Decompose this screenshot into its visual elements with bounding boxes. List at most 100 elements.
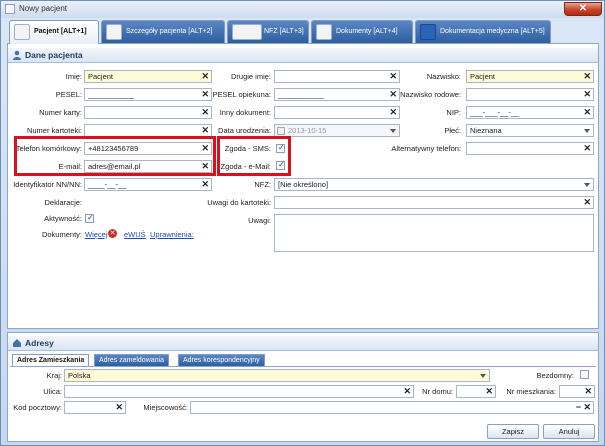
ewus-link[interactable]: eWUŚ [124,230,146,239]
identyfikator-value: ____-__-__ [88,180,127,189]
clear-icon[interactable]: ✕ [201,179,209,190]
kraj-value: Polska [68,371,91,380]
clear-icon[interactable]: ✕ [115,402,123,413]
calendar-icon[interactable] [277,127,285,135]
close-icon: ✕ [578,3,588,14]
identyfikator-field[interactable]: ____-__-__ ✕ [84,178,212,191]
wiecej-link[interactable]: Więcej [85,230,108,239]
clear-icon[interactable]: ✕ [389,71,397,82]
ulica-label: Ulica: [43,387,62,396]
numer-kartoteki-label: Numer kartoteki: [26,126,82,135]
clear-icon[interactable]: ✕ [389,107,397,118]
title-bar[interactable]: Nowy pacjent ✕ [1,1,604,18]
address-section-header: Adresy [8,336,598,351]
tab-dokumenty[interactable]: Dokumenty [ALT+4] [311,20,413,43]
remove-icon[interactable]: ✕ [108,229,117,238]
plec-value: Nieznana [470,126,502,135]
details-search-icon [106,24,122,40]
clear-icon[interactable]: ✕ [583,197,591,208]
clear-icon[interactable]: ✕ [201,71,209,82]
minus-icon[interactable]: − [576,402,581,412]
data-urodzenia-value: 2013-10-15 [288,126,327,135]
clear-icon[interactable]: ✕ [403,386,411,397]
nr-domu-field[interactable]: ✕ [456,385,496,398]
pesel-opiekuna-value: ___________ [278,90,324,99]
clear-icon[interactable]: ✕ [485,386,493,397]
miejscowosc-field[interactable]: − ✕ [190,401,594,414]
plec-select[interactable]: Nieznana [466,124,594,137]
tab-adres-korespondencyjny[interactable]: Adres korespondencyjny [178,354,265,366]
kraj-select[interactable]: Polska [64,369,490,382]
chevron-down-icon[interactable] [390,129,396,133]
data-urodzenia-label: Data urodzenia: [218,126,271,135]
imie-field[interactable]: Pacjent ✕ [84,70,212,83]
nazwisko-field[interactable]: Pacjent ✕ [466,70,594,83]
pesel-field[interactable]: ___________ ✕ [84,88,212,101]
chevron-down-icon[interactable] [480,374,486,378]
clear-icon[interactable]: ✕ [583,143,591,154]
pesel-opiekuna-field[interactable]: ___________ ✕ [274,88,400,101]
aktywnosc-label: Aktywność: [44,214,82,223]
data-urodzenia-field[interactable]: 2013-10-15 [274,124,400,137]
plec-label: Płeć: [444,126,461,135]
nr-mieszkania-label: Nr mieszkania: [506,387,556,396]
uwagi-textarea[interactable] [274,214,594,252]
chevron-down-icon[interactable] [584,129,590,133]
tab-pacjent[interactable]: Pacjent [ALT+1] [9,20,99,44]
clear-icon[interactable]: ✕ [201,125,209,136]
alt-telefon-label: Alternatywny telefon: [391,144,461,153]
cancel-button[interactable]: Anuluj [543,424,595,439]
tab-label: NFZ [ALT+3] [264,28,304,35]
section-title: Dane pacjenta [25,50,83,60]
imie-value: Pacjent [88,72,114,81]
clear-icon[interactable]: ✕ [201,107,209,118]
kod-pocztowy-field[interactable]: ✕ [64,401,126,414]
pesel-label: PESEL: [55,90,82,99]
drugie-imie-label: Drugie imię: [230,72,271,81]
house-icon [13,339,21,347]
inny-dokument-field[interactable]: ✕ [274,106,400,119]
drugie-imie-field[interactable]: ✕ [274,70,400,83]
nazwisko-label: Nazwisko: [426,72,461,81]
clear-icon[interactable]: ✕ [583,402,591,413]
patient-icon [14,24,30,40]
pesel-opiekuna-label: PESEL opiekuna: [212,90,271,99]
clear-icon[interactable]: ✕ [389,89,397,100]
inny-dokument-label: Inny dokument: [219,108,271,117]
uwagi-kartoteki-field[interactable]: ✕ [274,196,594,209]
nfz-icon [232,24,262,40]
clear-icon[interactable]: ✕ [583,71,591,82]
nazwisko-rodowe-field[interactable]: ✕ [466,88,594,101]
tab-adres-zameldowania[interactable]: Adres zameldowania [94,354,169,366]
numer-karty-label: Numer karty: [39,108,82,117]
imie-label: Imię: [65,72,82,81]
nfz-select[interactable]: [Nie określono] [274,178,594,191]
chevron-down-icon[interactable] [584,183,590,187]
tab-nfz[interactable]: NFZ [ALT+3] [227,20,309,43]
clear-icon[interactable]: ✕ [584,386,592,397]
close-button[interactable]: ✕ [564,2,602,16]
nazwisko-rodowe-label: Nazwisko rodowe: [400,90,461,99]
tab-szczegoly[interactable]: Szczegóły pacjenta [ALT+2] [101,20,225,43]
document-icon [316,24,332,40]
numer-karty-field[interactable]: ✕ [84,106,212,119]
ulica-field[interactable]: ✕ [64,385,414,398]
clear-icon[interactable]: ✕ [201,89,209,100]
aktywnosc-checkbox[interactable] [85,213,94,223]
uwagi-kartoteki-label: Uwagi do kartoteki: [207,198,271,207]
nazwisko-value: Pacjent [470,72,496,81]
clear-icon[interactable]: ✕ [583,107,591,118]
save-button[interactable]: Zapisz [487,424,539,439]
person-icon [13,50,21,60]
uprawnienia-link[interactable]: Uprawnienia: [150,230,194,239]
alt-telefon-field[interactable]: ✕ [466,142,594,155]
bezdomny-checkbox[interactable] [580,370,589,379]
clear-icon[interactable]: ✕ [583,89,591,100]
highlight-box-consent [217,136,291,176]
tab-dokumentacja-medyczna[interactable]: Dokumentacja medyczna [ALT+5] [415,20,551,43]
new-patient-window: Nowy pacjent ✕ Pacjent [ALT+1] Szczegóły… [0,0,605,446]
uwagi-label: Uwagi: [248,216,271,225]
nip-field[interactable]: ___-___-__-__ ✕ [466,106,594,119]
nr-mieszkania-field[interactable]: ✕ [559,385,595,398]
pesel-value: ___________ [88,90,134,99]
